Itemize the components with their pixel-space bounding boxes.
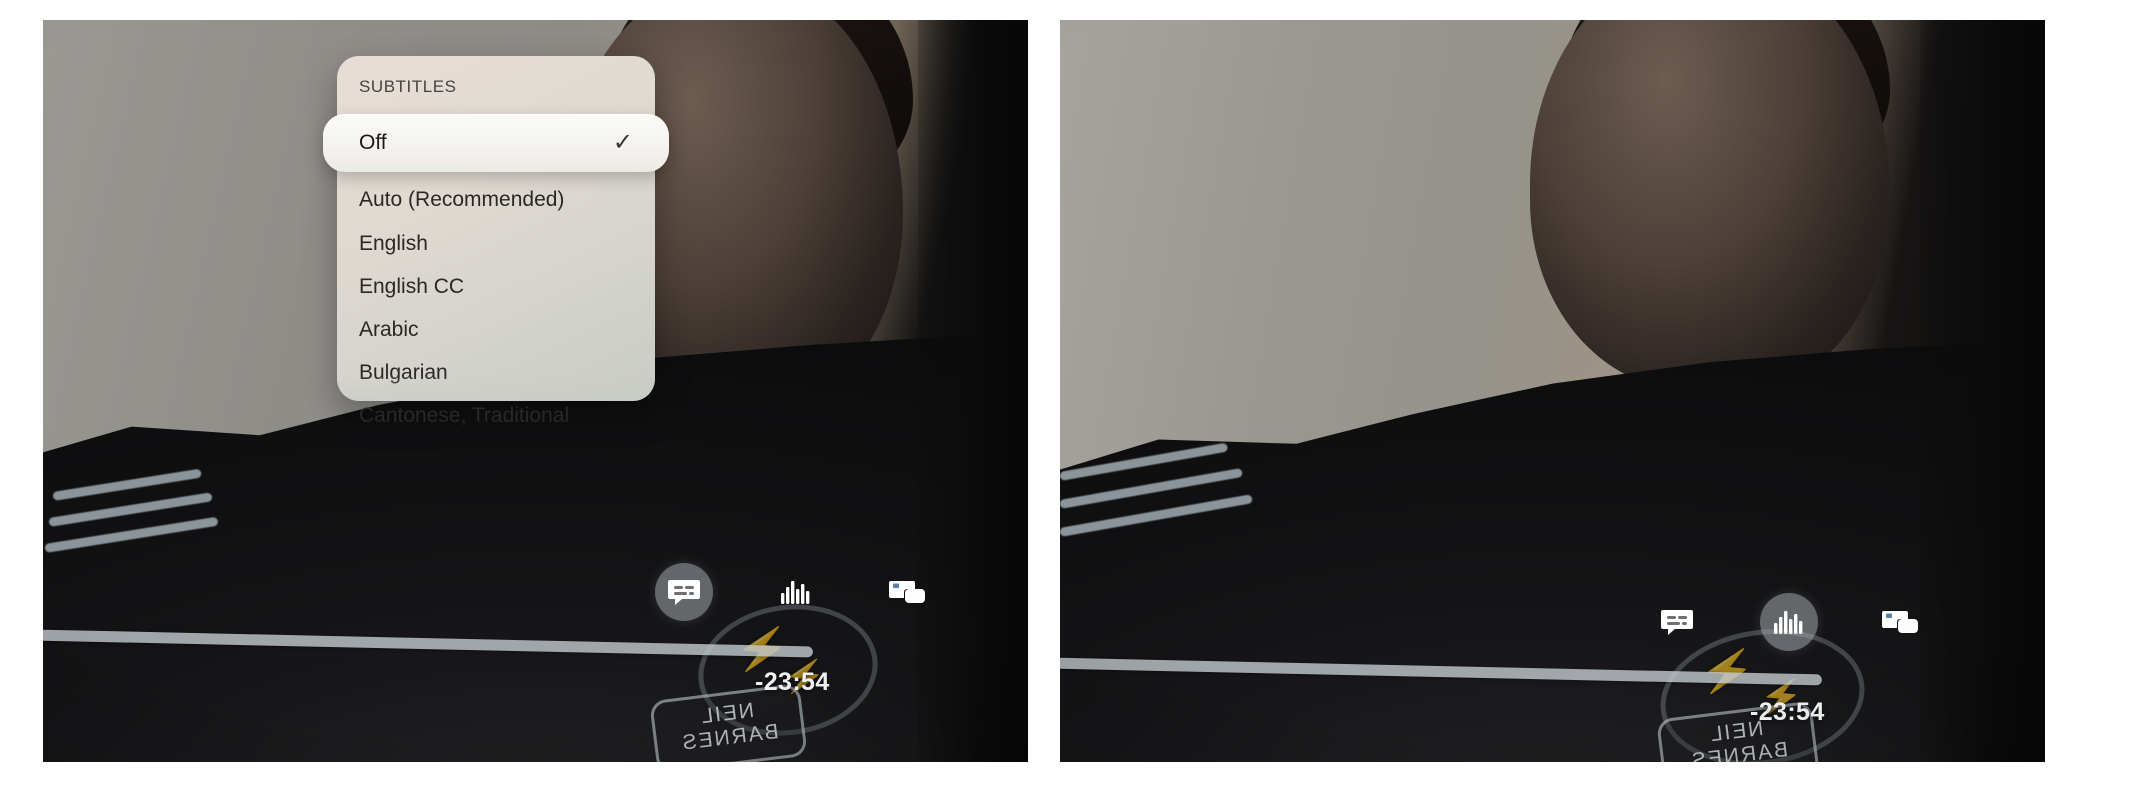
menu-item-subtitles-arabic[interactable]: Arabic — [337, 308, 655, 351]
audio-button[interactable] — [767, 563, 825, 621]
photo-left-subtitles-menu: ⚡ ⚡ NEIL BARNES — [43, 20, 1028, 762]
menu-item-subtitles-cantonese[interactable]: Cantonese, Traditional — [337, 394, 655, 437]
subtitles-button[interactable] — [655, 563, 713, 621]
screenshot-canvas: ⚡ ⚡ NEIL BARNES — [0, 0, 2136, 800]
tv-bezel — [918, 20, 1028, 762]
menu-item-label: Arabic — [359, 317, 419, 341]
menu-item-subtitles-auto[interactable]: Auto (Recommended) — [337, 178, 655, 222]
menu-item-label: Cantonese, Traditional — [359, 403, 570, 427]
subtitles-popover: SUBTITLES Off ✓ Auto (Recommended) Engli… — [323, 56, 669, 427]
section-header-subtitles: SUBTITLES — [359, 77, 457, 96]
player-controls-right — [1648, 593, 1930, 651]
picture-in-picture-button[interactable] — [879, 563, 937, 621]
subtitles-menu-list: SUBTITLES Off ✓ Auto (Recommended) Engli… — [323, 56, 669, 427]
time-remaining-label: -23:54 — [1750, 698, 1825, 726]
time-remaining-label: -23:54 — [755, 668, 830, 696]
audio-button[interactable] — [1760, 593, 1818, 651]
menu-item-label: English CC — [359, 274, 465, 298]
menu-item-subtitles-off[interactable]: Off ✓ — [323, 114, 669, 172]
menu-item-label: English — [359, 231, 428, 255]
subtitles-button[interactable] — [1648, 593, 1706, 651]
player-controls-left — [655, 563, 937, 621]
tv-bezel — [1920, 20, 2045, 762]
menu-item-subtitles-english[interactable]: English — [337, 222, 655, 265]
picture-in-picture-button[interactable] — [1872, 593, 1930, 651]
actor-head — [1530, 20, 1890, 390]
menu-item-label: Auto (Recommended) — [359, 188, 565, 211]
menu-item-label: Off — [359, 131, 387, 154]
menu-item-label: Bulgarian — [359, 360, 448, 384]
photo-right-audio-menu: ⚡ ⚡ NEIL BARNES — [1060, 20, 2045, 762]
menu-item-subtitles-english-cc[interactable]: English CC — [337, 265, 655, 308]
checkmark-icon: ✓ — [612, 129, 633, 156]
menu-item-subtitles-bulgarian[interactable]: Bulgarian — [337, 351, 655, 394]
